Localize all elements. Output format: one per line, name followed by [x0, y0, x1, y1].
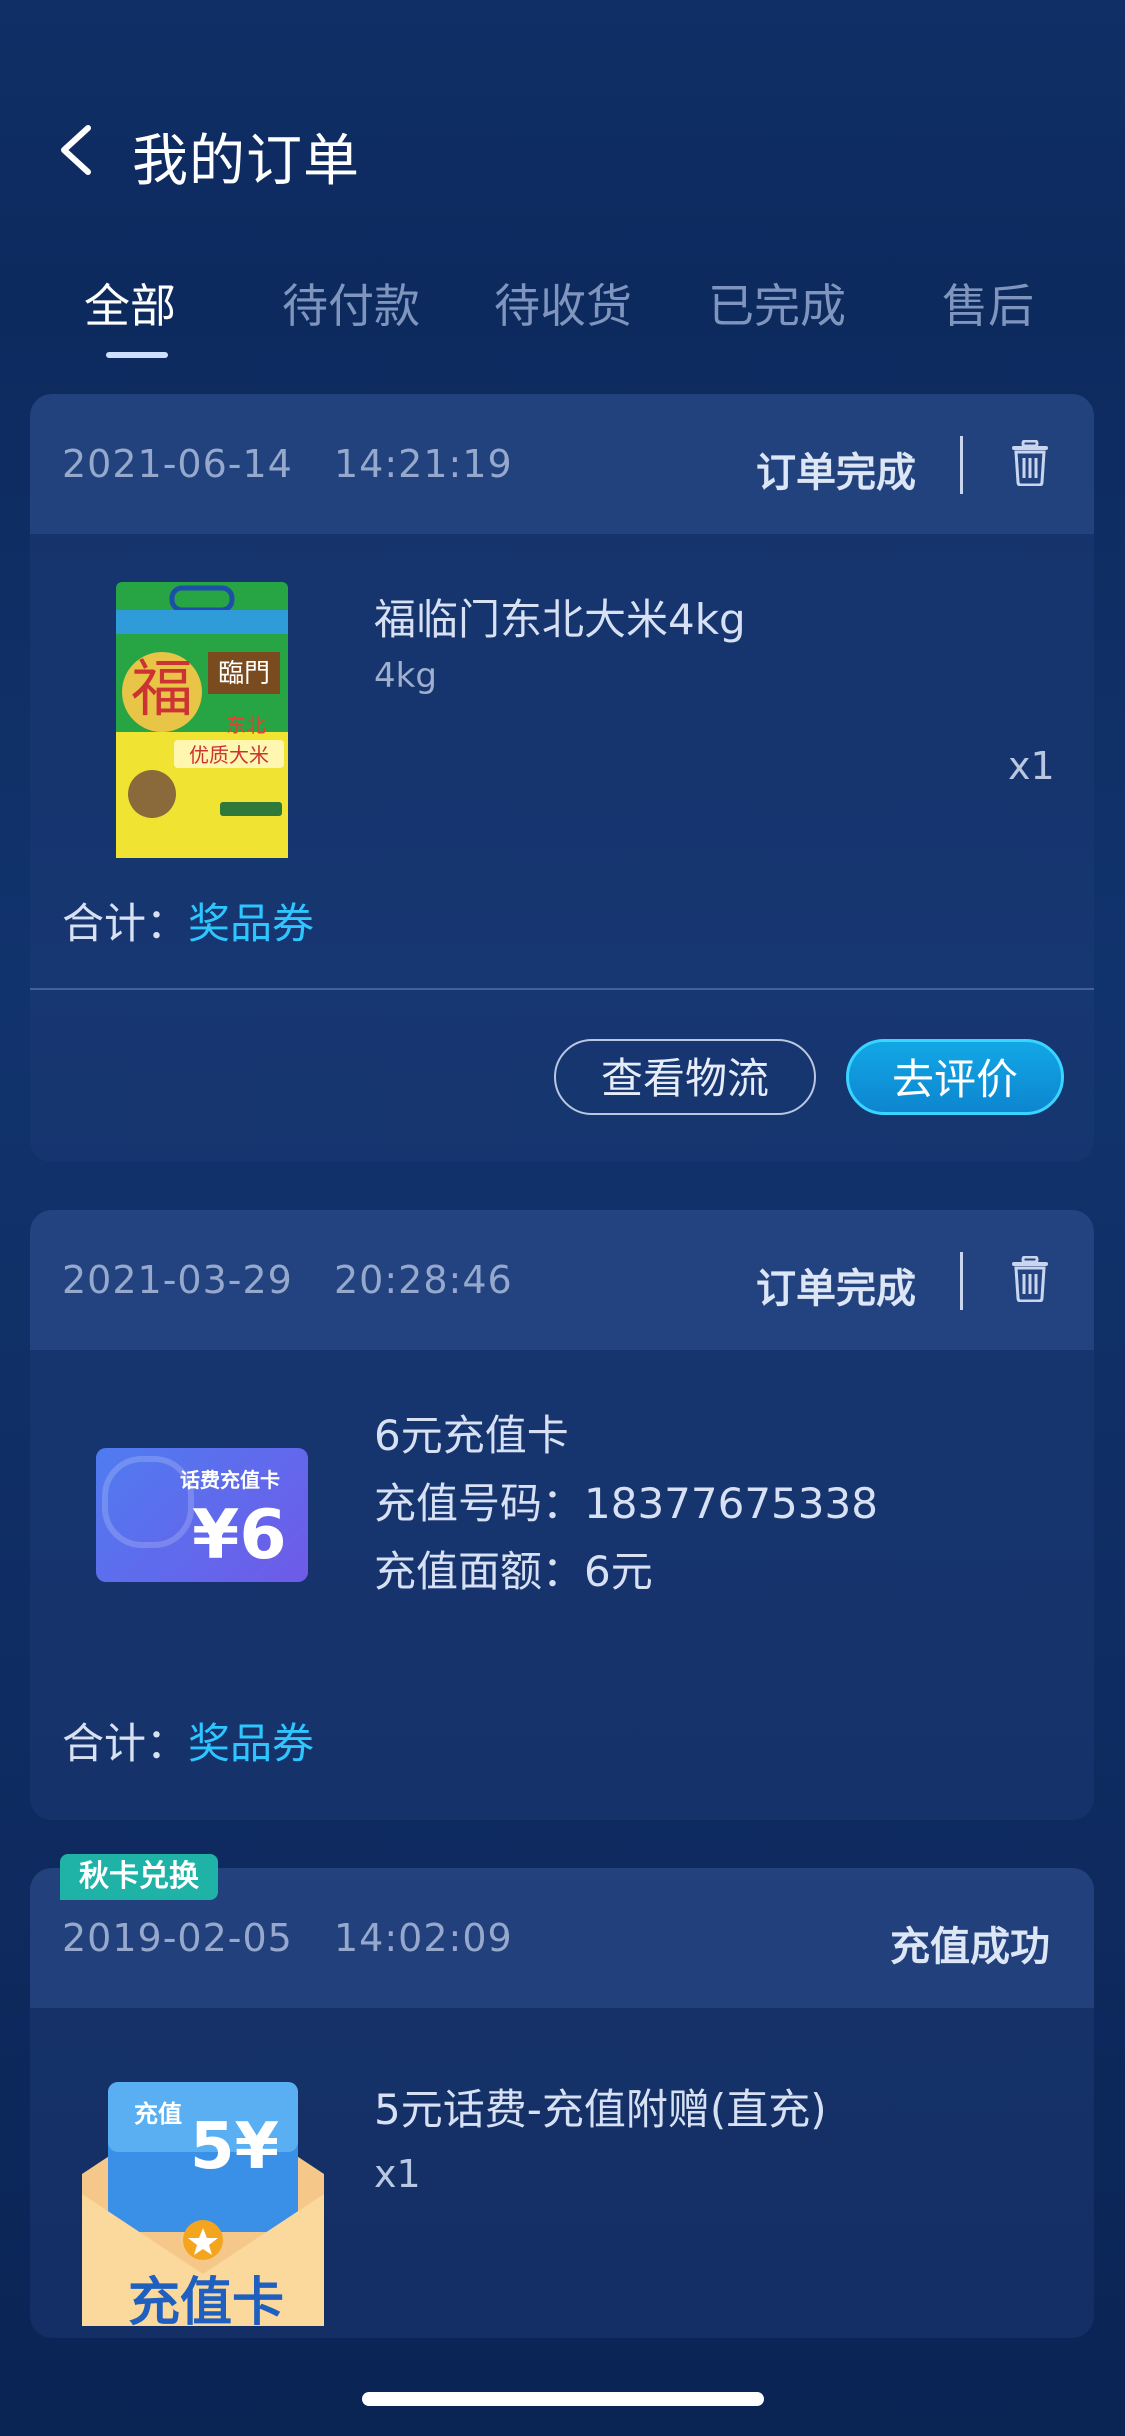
trash-icon — [1012, 439, 1048, 487]
order-card: 2021-03-29 20:28:46 订单完成 话费充值卡 ¥6 6元充值卡 … — [30, 1210, 1094, 1820]
card-divider — [30, 988, 1094, 990]
card-label: 充值卡 — [127, 2273, 284, 2333]
order-status: 充值成功 — [890, 1924, 1050, 1970]
trash-icon — [1012, 1255, 1048, 1303]
product-name: 福临门东北大米4kg — [374, 595, 746, 644]
product-name: 5元话费-充值附赠(直充) — [374, 2085, 827, 2134]
svg-text:东北: 东北 — [226, 713, 266, 737]
delete-button[interactable] — [1010, 439, 1050, 487]
order-tabs: 全部 待付款 待收货 已完成 售后 — [0, 270, 1125, 360]
card-value: 5¥ — [190, 2110, 280, 2184]
product-spec: 4kg — [374, 656, 437, 696]
tab-pending-receipt[interactable]: 待收货 — [494, 270, 632, 336]
order-time: 14:21:19 — [334, 442, 513, 486]
product-name: 6元充值卡 — [374, 1411, 569, 1460]
order-status: 订单完成 — [756, 450, 916, 496]
order-time: 20:28:46 — [334, 1258, 513, 1302]
card-top-label: 充值 — [134, 2100, 182, 2128]
order-card: 2021-06-14 14:21:19 订单完成 福 臨門 东北 优质大米 福临… — [30, 394, 1094, 1162]
delete-button[interactable] — [1010, 1255, 1050, 1303]
chevron-left-icon — [61, 125, 91, 175]
card-caption: 话费充值卡 — [180, 1468, 280, 1492]
back-button[interactable] — [50, 120, 110, 180]
active-tab-indicator — [106, 352, 168, 358]
product-quantity: x1 — [1008, 744, 1055, 788]
order-date: 2021-06-14 — [62, 442, 293, 486]
page-title: 我的订单 — [132, 129, 360, 194]
exchange-badge: 秋卡兑换 — [60, 1854, 218, 1900]
order-date: 2019-02-05 — [62, 1916, 293, 1960]
svg-text:福: 福 — [131, 652, 193, 725]
recharge-card-image: 充值 5¥ 充值卡 — [72, 2064, 334, 2333]
view-logistics-button[interactable]: 查看物流 — [554, 1039, 816, 1115]
home-indicator[interactable] — [362, 2392, 764, 2406]
tab-all[interactable]: 全部 — [84, 270, 176, 336]
tab-completed[interactable]: 已完成 — [708, 270, 846, 336]
total-value: 奖品券 — [188, 1719, 315, 1768]
product-quantity: x1 — [374, 2152, 421, 2196]
review-button[interactable]: 去评价 — [846, 1039, 1064, 1115]
rice-bag-image: 福 臨門 东北 优质大米 — [112, 582, 292, 858]
order-card: 2019-02-05 14:02:09 充值成功 充值 5¥ 充值卡 5元话费-… — [30, 1868, 1094, 2338]
total-label: 合计： — [62, 899, 189, 948]
phone-card-image: 话费充值卡 ¥6 — [96, 1448, 308, 1582]
order-date: 2021-03-29 — [62, 1258, 293, 1302]
card-value: ¥6 — [192, 1496, 287, 1575]
order-time: 14:02:09 — [334, 1916, 513, 1960]
total-value: 奖品券 — [188, 899, 315, 948]
tab-pending-payment[interactable]: 待付款 — [282, 270, 420, 336]
header-divider — [960, 436, 963, 494]
svg-text:优质大米: 优质大米 — [189, 743, 269, 767]
order-status: 订单完成 — [756, 1266, 916, 1312]
tab-after-sales[interactable]: 售后 — [942, 270, 1034, 336]
order-header: 2021-03-29 20:28:46 订单完成 — [30, 1210, 1094, 1350]
order-header: 2021-06-14 14:21:19 订单完成 — [30, 394, 1094, 534]
recharge-number: 充值号码：18377675338 — [374, 1479, 878, 1528]
svg-text:臨門: 臨門 — [218, 659, 270, 689]
total-label: 合计： — [62, 1719, 189, 1768]
header-divider — [960, 1252, 963, 1310]
recharge-amount: 充值面额：6元 — [374, 1547, 653, 1596]
